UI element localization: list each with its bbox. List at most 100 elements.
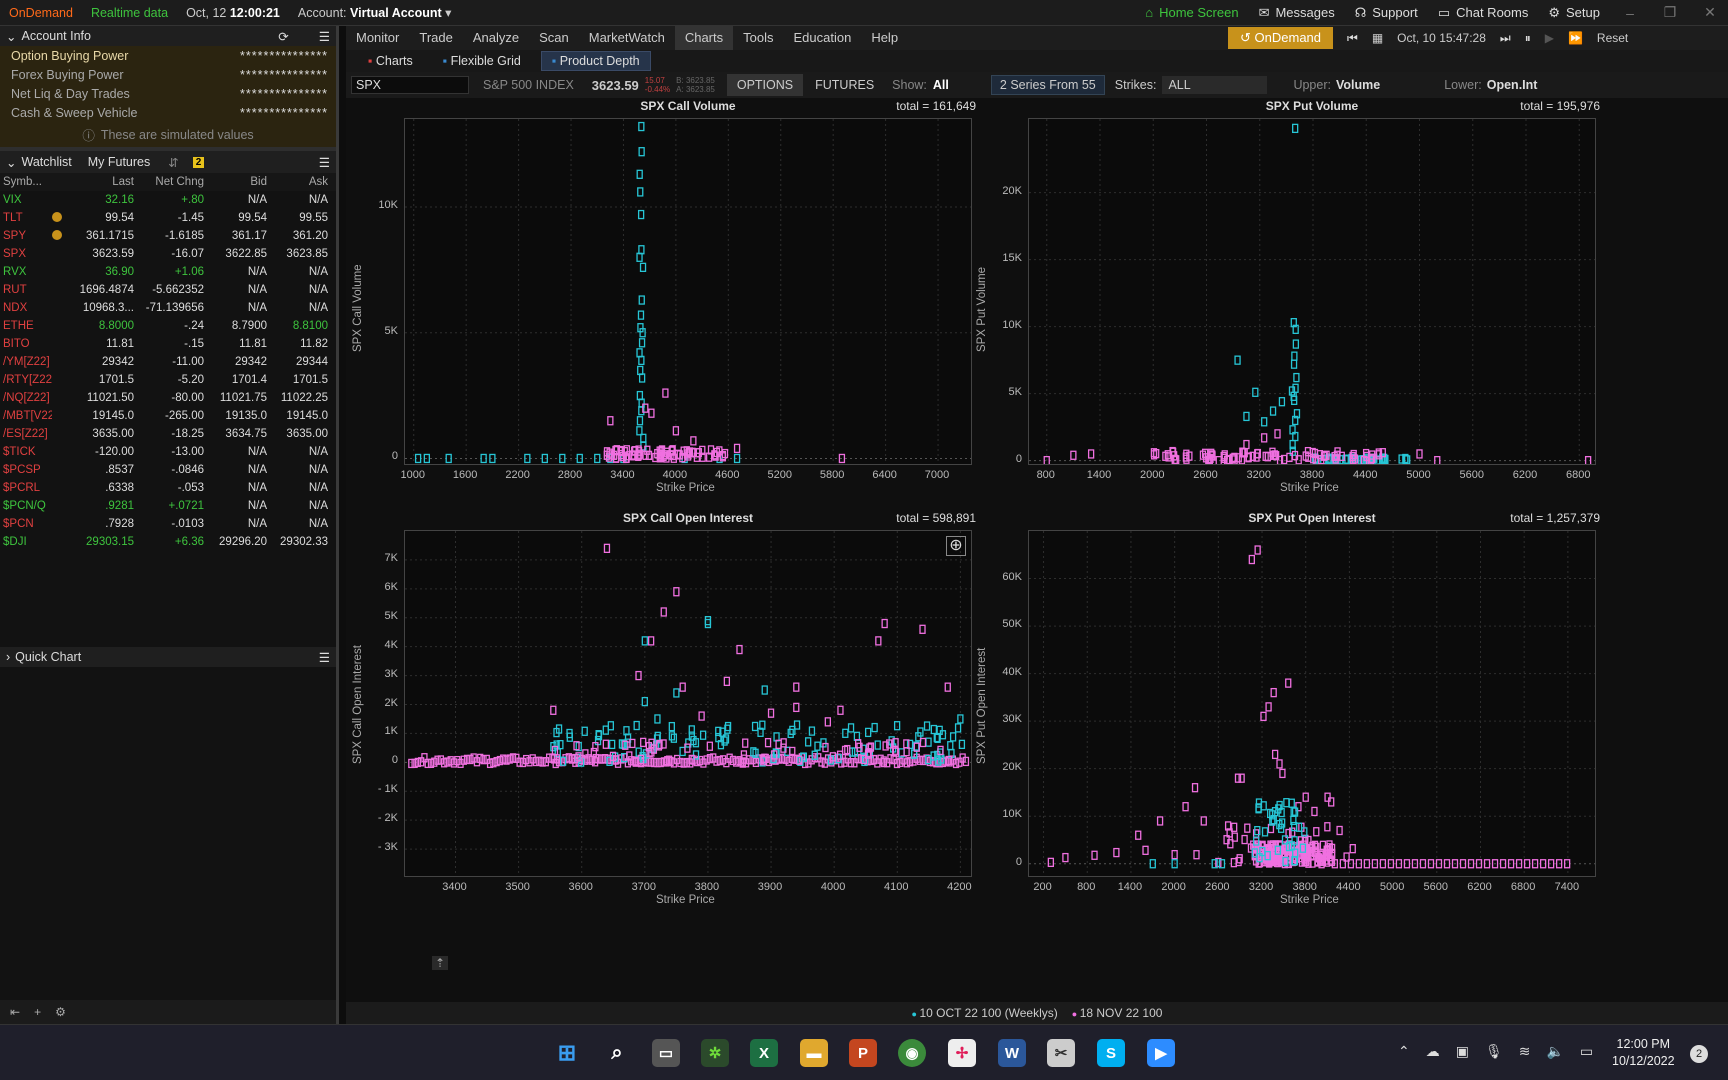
add-icon[interactable]: + [34, 1005, 41, 1019]
refresh-icon[interactable]: ⟳ [278, 29, 288, 44]
column-header[interactable]: Net Chng [134, 176, 204, 188]
watchlist-row[interactable]: SPY 361.1715 -1.6185 361.17 361.20 [0, 227, 336, 245]
cloud-icon[interactable]: ☁ [1426, 1043, 1440, 1060]
show-filter[interactable]: All [933, 78, 949, 92]
chevron-down-icon[interactable]: ⌄ [6, 155, 16, 170]
zoom-icon[interactable]: ⊕ [946, 536, 966, 556]
skip-forward-icon[interactable]: ⏭ [1500, 31, 1511, 46]
watchlist-row[interactable]: TLT 99.54 -1.45 99.54 99.55 [0, 209, 336, 227]
close-button[interactable]: ✕ [1700, 4, 1720, 21]
chevron-up-icon[interactable]: ⌃ [1398, 1043, 1410, 1060]
link-badge[interactable]: 2 [192, 156, 205, 168]
file-explorer-icon[interactable]: ▬ [800, 1039, 828, 1067]
step-icon[interactable]: ▶ [1545, 31, 1554, 45]
watchlist-row[interactable]: /NQ[Z22] 11021.50 -80.00 11021.75 11022.25 [0, 389, 336, 407]
options-tab[interactable]: OPTIONS [726, 74, 804, 96]
scatter-plot[interactable] [1028, 530, 1596, 877]
column-header[interactable]: Ask [267, 176, 328, 188]
word-icon[interactable]: W [998, 1039, 1026, 1067]
menu-education[interactable]: Education [783, 26, 861, 50]
reset-button[interactable]: Reset [1597, 31, 1628, 45]
menu-analyze[interactable]: Analyze [463, 26, 529, 50]
watchlist-row[interactable]: SPX 3623.59 -16.07 3622.85 3623.85 [0, 245, 336, 263]
subtab-product-depth[interactable]: ▪ Product Depth [540, 51, 651, 71]
snipping-tool-icon[interactable]: ✂ [1047, 1039, 1075, 1067]
gear-icon[interactable]: ⚙ [55, 1005, 66, 1019]
battery-icon[interactable]: ▭ [1580, 1043, 1593, 1060]
column-header[interactable]: Symb... [0, 176, 52, 188]
menu-charts[interactable]: Charts [674, 26, 734, 50]
watchlist-row[interactable]: $PCRL .6338 -.053 N/A N/A [0, 479, 336, 497]
chrome-icon[interactable]: ◉ [898, 1039, 926, 1067]
menu-trade[interactable]: Trade [409, 26, 462, 50]
messages-button[interactable]: ✉ Messages [1259, 5, 1335, 21]
notification-badge[interactable]: 2 [1690, 1045, 1708, 1063]
tray-app-icon[interactable]: ▣ [1456, 1043, 1469, 1060]
watchlist-row[interactable]: $PCN .7928 -.0103 N/A N/A [0, 515, 336, 533]
search-icon[interactable]: ⌕ [603, 1039, 631, 1067]
menu-marketwatch[interactable]: MarketWatch [579, 26, 675, 50]
watchlist-row[interactable]: $DJI 29303.15 +6.36 29296.20 29302.33 [0, 533, 336, 551]
skype-icon[interactable]: S [1097, 1039, 1125, 1067]
menu-monitor[interactable]: Monitor [346, 26, 409, 50]
menu-help[interactable]: Help [861, 26, 908, 50]
powerpoint-icon[interactable]: P [849, 1039, 877, 1067]
futures-tab[interactable]: FUTURES [805, 74, 884, 96]
watchlist-row[interactable]: RUT 1696.4874 -5.662352 N/A N/A [0, 281, 336, 299]
watchlist-row[interactable]: VIX 32.16 +.80 N/A N/A [0, 191, 336, 209]
volume-icon[interactable]: 🔈 [1546, 1043, 1563, 1060]
minimize-button[interactable]: – [1620, 5, 1640, 21]
lower-selector[interactable]: Open.Int [1487, 78, 1538, 92]
watchlist-selector[interactable]: My Futures [88, 155, 151, 169]
strikes-dropdown[interactable]: ALL [1162, 76, 1268, 94]
microphone-icon[interactable]: 🎙 [1485, 1043, 1503, 1060]
watchlist-row[interactable]: NDX 10968.3... -71.139656 N/A N/A [0, 299, 336, 317]
chat-rooms-button[interactable]: ▭ Chat Rooms [1438, 5, 1529, 21]
column-header[interactable]: Bid [204, 176, 267, 188]
menu-tools[interactable]: Tools [733, 26, 783, 50]
upper-selector[interactable]: Volume [1336, 78, 1380, 92]
watchlist-row[interactable]: $PCN/Q .9281 +.0721 N/A N/A [0, 497, 336, 515]
watchlist-row[interactable]: /RTY[Z22] 1701.5 -5.20 1701.4 1701.5 [0, 371, 336, 389]
slack-icon[interactable]: ✢ [948, 1039, 976, 1067]
collapse-handle-icon[interactable]: ⇡ [432, 956, 448, 970]
excel-icon[interactable]: X [750, 1039, 778, 1067]
watchlist-row[interactable]: /ES[Z22] 3635.00 -18.25 3634.75 3635.00 [0, 425, 336, 443]
collapse-icon[interactable]: ⇤ [10, 1005, 20, 1019]
series-selector[interactable]: 2 Series From 55 [990, 75, 1105, 95]
support-button[interactable]: ☊ Support [1355, 5, 1418, 21]
zoom-icon[interactable]: ▶ [1147, 1039, 1175, 1067]
menu-icon[interactable]: ☰ [319, 650, 330, 665]
watchlist-row[interactable]: $PCSP .8537 -.0846 N/A N/A [0, 461, 336, 479]
menu-icon[interactable]: ☰ [319, 155, 330, 170]
home-screen-button[interactable]: ⌂ Home Screen [1145, 5, 1238, 20]
sort-icon[interactable]: ⇵ [168, 155, 178, 170]
pause-icon[interactable]: ⏸ [1525, 31, 1531, 46]
column-header[interactable]: Last [64, 176, 134, 188]
watchlist-row[interactable]: $TICK -120.00 -13.00 N/A N/A [0, 443, 336, 461]
fast-forward-icon[interactable]: ⏩ [1568, 31, 1583, 45]
wifi-icon[interactable]: ≋ [1519, 1043, 1531, 1060]
setup-button[interactable]: ⚙ Setup [1548, 5, 1600, 21]
thinkorswim-icon[interactable]: ✲ [701, 1039, 729, 1067]
watchlist-row[interactable]: /YM[Z22] 29342 -11.00 29342 29344 [0, 353, 336, 371]
scatter-plot[interactable] [404, 118, 972, 465]
scatter-plot[interactable] [404, 530, 972, 877]
symbol-input[interactable]: SPX [351, 76, 469, 94]
clock[interactable]: 12:00 PM 10/12/2022 [1612, 1036, 1675, 1070]
windows-start-icon[interactable]: ⊞ [553, 1039, 581, 1067]
quick-chart-header[interactable]: › Quick Chart ☰ [0, 647, 336, 667]
ondemand-button[interactable]: ↺ OnDemand [1228, 27, 1334, 49]
watchlist-row[interactable]: BITO 11.81 -.15 11.81 11.82 [0, 335, 336, 353]
task-view-icon[interactable]: ▭ [652, 1039, 680, 1067]
menu-icon[interactable]: ☰ [319, 29, 330, 44]
ondemand-datetime[interactable]: Oct, 10 15:47:28 [1397, 31, 1486, 45]
watchlist-row[interactable]: RVX 36.90 +1.06 N/A N/A [0, 263, 336, 281]
subtab-charts[interactable]: ▪ Charts [358, 52, 423, 70]
account-info-header[interactable]: ⌄ Account Info ⟳ ☰ [0, 26, 336, 46]
maximize-button[interactable]: ❐ [1660, 4, 1680, 21]
subtab-flexible-grid[interactable]: ▪ Flexible Grid [433, 52, 531, 70]
watchlist-row[interactable]: /MBT[V22] 19145.0 -265.00 19135.0 19145.0 [0, 407, 336, 425]
watchlist-row[interactable]: ETHE 8.8000 -.24 8.7900 8.8100 [0, 317, 336, 335]
menu-scan[interactable]: Scan [529, 26, 579, 50]
